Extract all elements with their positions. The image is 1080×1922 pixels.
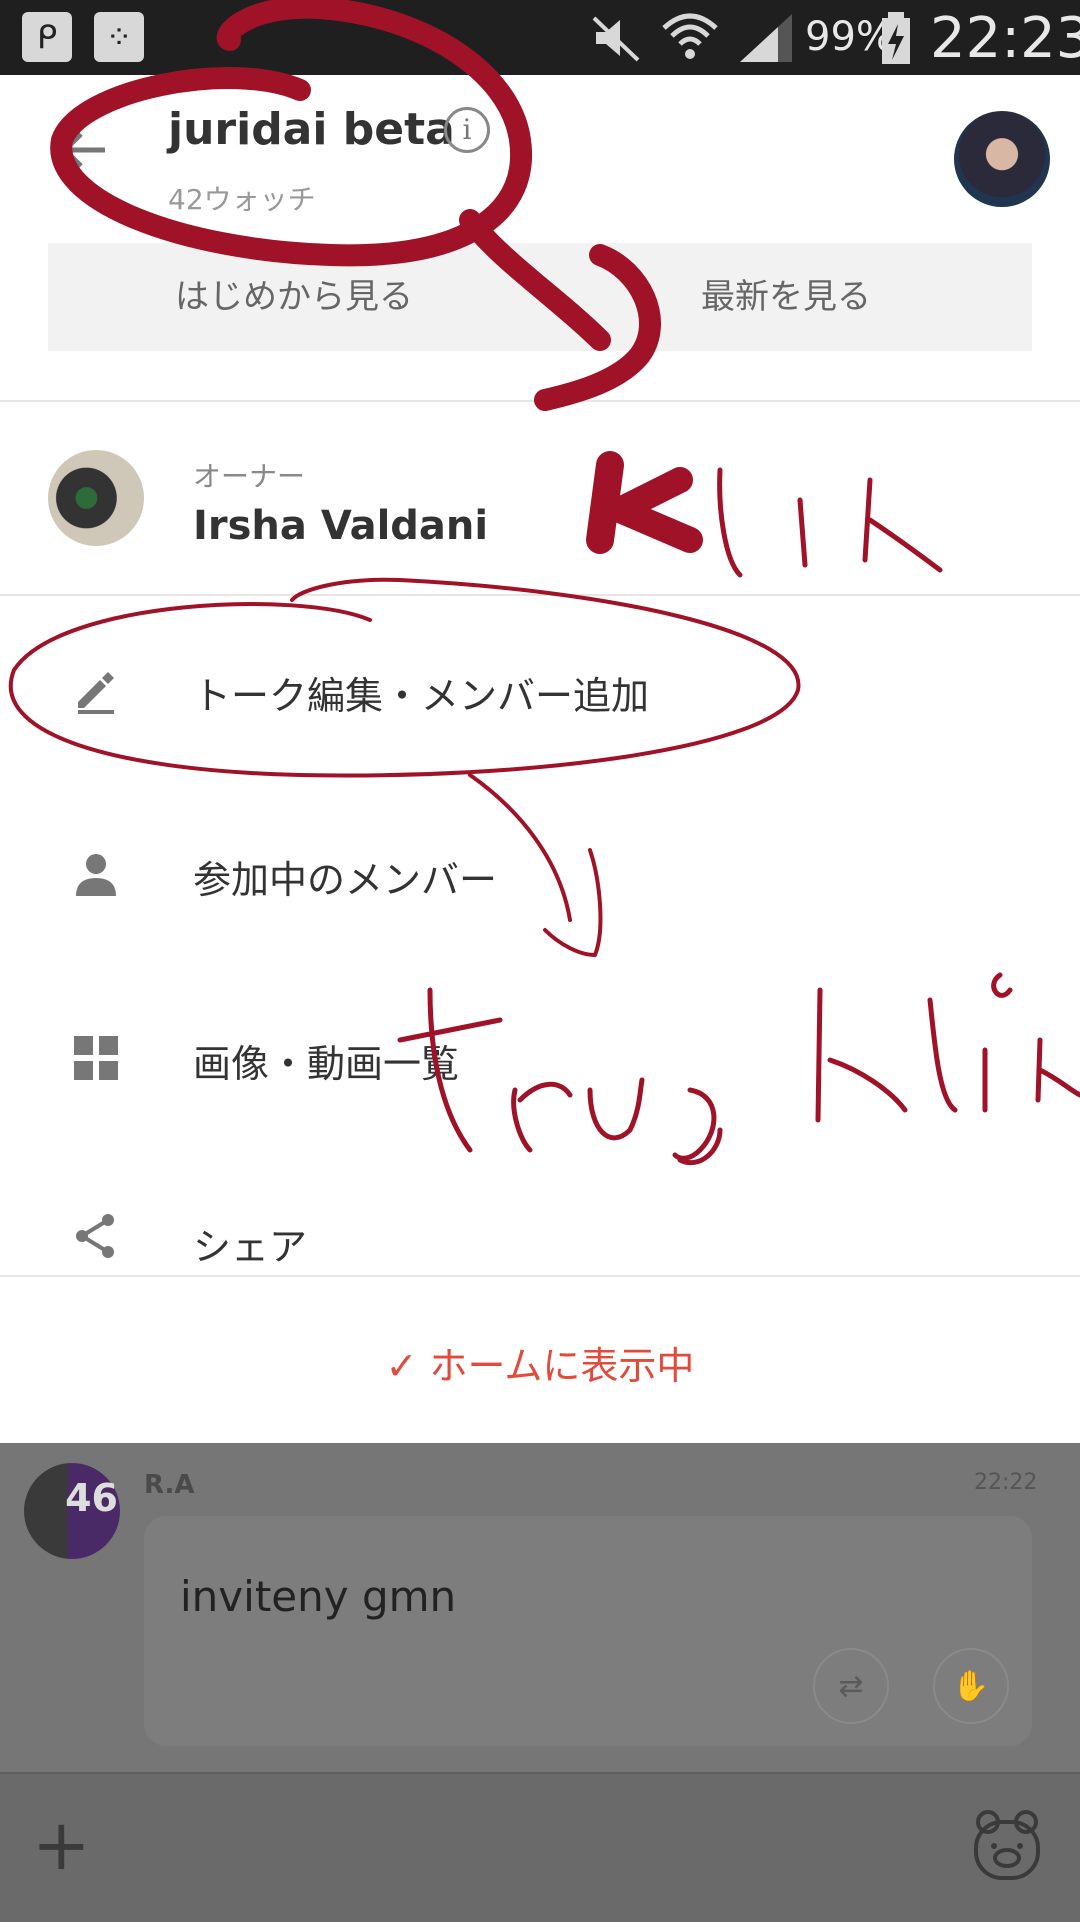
owner-avatar[interactable]: [48, 450, 144, 546]
hand-icon[interactable]: ✋: [933, 1648, 1009, 1724]
mute-icon: [592, 16, 640, 62]
pencil-icon: [78, 672, 114, 714]
info-icon[interactable]: i: [444, 107, 490, 153]
menu-item-edit-talk[interactable]: トーク編集・メンバー追加: [0, 630, 1080, 750]
chat-bubble: [144, 1516, 1032, 1746]
menu-item-label: 参加中のメンバー: [193, 858, 498, 902]
grid-icon: [74, 1036, 118, 1080]
plus-icon[interactable]: +: [32, 1810, 91, 1880]
chat-avatar[interactable]: 46: [24, 1463, 120, 1559]
divider: [0, 400, 1080, 402]
menu-item-label: シェア: [193, 1225, 308, 1269]
menu-item-media-list[interactable]: 画像・動画一覧: [0, 998, 1080, 1118]
battery-icon: [882, 12, 910, 64]
repost-icon[interactable]: ⇄: [813, 1648, 889, 1724]
view-latest-button[interactable]: 最新を見る: [540, 243, 1032, 351]
bear-sticker-icon[interactable]: [970, 1808, 1044, 1882]
back-arrow-icon[interactable]: [55, 120, 115, 180]
share-icon: [76, 1214, 114, 1258]
owner-label: オーナー: [193, 460, 306, 493]
menu-item-share[interactable]: シェア: [0, 1180, 1080, 1280]
clock: 22:23: [930, 6, 1080, 71]
divider: [0, 594, 1080, 596]
chat-sender: R.A: [144, 1470, 195, 1500]
menu-item-members[interactable]: 参加中のメンバー: [0, 814, 1080, 934]
watch-count: 42ウォッチ: [168, 183, 316, 216]
wifi-icon: [662, 13, 718, 59]
chat-message: inviteny gmn: [180, 1572, 457, 1621]
p-app-icon: ᑭ: [22, 12, 72, 62]
talk-title: juridai beta: [168, 104, 455, 155]
menu-item-label: 画像・動画一覧: [193, 1042, 460, 1086]
view-from-start-button[interactable]: はじめから見る: [48, 243, 540, 351]
person-icon: [76, 854, 116, 896]
input-bar: [0, 1772, 1080, 1922]
divider: [0, 1275, 1080, 1277]
chat-time: 22:22: [974, 1470, 1038, 1495]
signal-icon: [740, 14, 792, 62]
avatar[interactable]: [954, 111, 1050, 207]
status-bar: ᑭ ⁘ 99% 22:23: [0, 0, 1080, 75]
home-display-toggle[interactable]: ✓ ホームに表示中: [0, 1335, 1080, 1390]
menu-item-label: トーク編集・メンバー追加: [193, 674, 650, 718]
bbm-icon: ⁘: [94, 12, 144, 62]
owner-name[interactable]: Irsha Valdani: [193, 503, 488, 549]
view-button-bar: はじめから見る 最新を見る: [48, 243, 1032, 351]
